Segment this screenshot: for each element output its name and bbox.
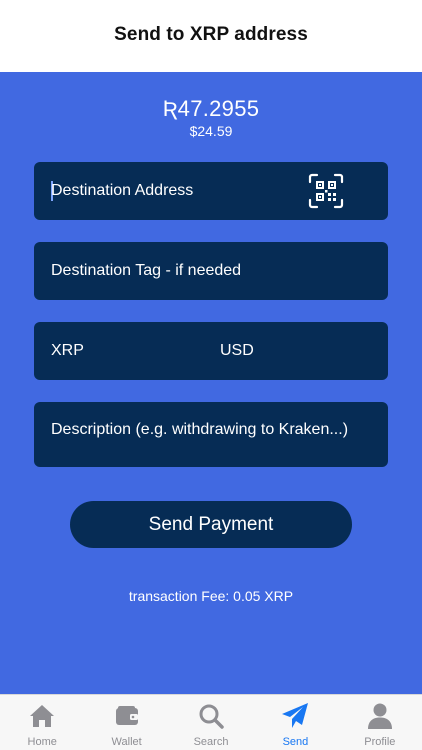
- usd-balance: $24.59: [189, 123, 233, 139]
- tab-bar: Home Wallet Search Send Profile: [0, 694, 422, 750]
- destination-address-placeholder: Destination Address: [51, 182, 194, 199]
- destination-address-field[interactable]: Destination Address: [34, 162, 388, 220]
- destination-tag-placeholder: Destination Tag - if needed: [51, 262, 242, 279]
- tab-profile[interactable]: Profile: [338, 695, 422, 750]
- tab-send-label: Send: [282, 736, 309, 748]
- send-form-area: Ʀ47.2955 $24.59 Destination Address Dest…: [0, 72, 422, 694]
- tab-wallet-label: Wallet: [111, 736, 142, 748]
- tab-search[interactable]: Search: [169, 695, 253, 750]
- tab-send[interactable]: Send: [253, 695, 337, 750]
- destination-tag-field[interactable]: Destination Tag - if needed: [34, 242, 388, 300]
- amount-field[interactable]: XRP USD: [34, 322, 388, 380]
- usd-amount-label[interactable]: USD: [220, 342, 254, 360]
- paper-plane-icon: [282, 703, 309, 728]
- home-icon: [30, 705, 55, 727]
- send-payment-button[interactable]: Send Payment: [70, 501, 352, 548]
- transaction-fee-text: transaction Fee: 0.05 XRP: [128, 588, 294, 604]
- wallet-icon: [115, 706, 138, 725]
- xrp-balance: Ʀ47.2955: [162, 96, 260, 121]
- xrp-amount-label[interactable]: XRP: [51, 342, 84, 360]
- qr-scan-icon[interactable]: [308, 173, 344, 209]
- description-placeholder: Description (e.g. withdrawing to Kraken.…: [51, 421, 349, 438]
- tab-search-label: Search: [193, 736, 229, 748]
- tab-home-label: Home: [27, 736, 57, 748]
- nav-header: Send to XRP address: [0, 0, 422, 72]
- description-field[interactable]: Description (e.g. withdrawing to Kraken.…: [34, 402, 388, 467]
- search-icon: [199, 704, 224, 729]
- tab-profile-label: Profile: [364, 736, 396, 748]
- balance-display: Ʀ47.2955 $24.59: [0, 96, 422, 140]
- page-title: Send to XRP address: [114, 24, 308, 45]
- tab-wallet[interactable]: Wallet: [84, 695, 168, 750]
- tab-home[interactable]: Home: [0, 695, 84, 750]
- profile-icon: [367, 703, 392, 729]
